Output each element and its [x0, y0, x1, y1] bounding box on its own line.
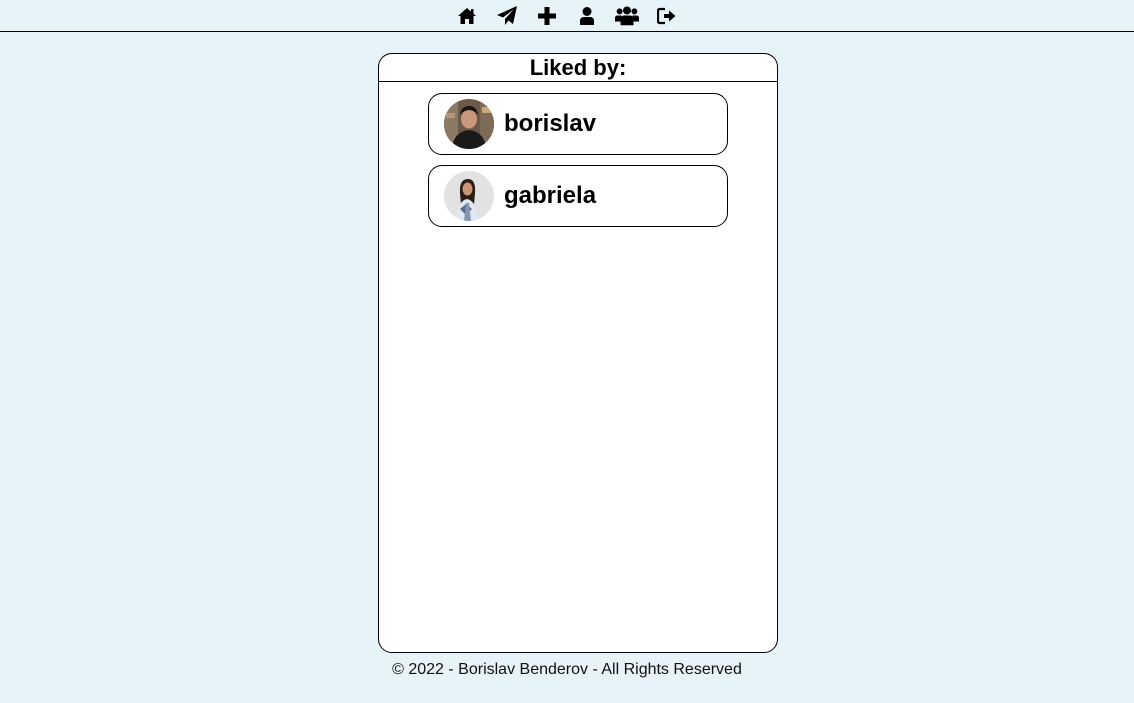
liked-by-title: Liked by: — [379, 54, 777, 82]
avatar — [444, 99, 494, 149]
avatar — [444, 171, 494, 221]
liked-by-panel: Liked by: borislav gabriela — [378, 53, 778, 653]
liker-username: gabriela — [504, 182, 597, 209]
users-icon[interactable] — [615, 4, 639, 28]
paper-plane-icon[interactable] — [495, 4, 519, 28]
top-navigation — [0, 0, 1134, 32]
liker-item[interactable]: borislav — [428, 93, 728, 155]
sign-out-icon[interactable] — [655, 4, 679, 28]
user-icon[interactable] — [575, 4, 599, 28]
liker-item[interactable]: gabriela — [428, 165, 728, 227]
plus-icon[interactable] — [535, 4, 559, 28]
liker-username: borislav — [504, 110, 597, 137]
home-icon[interactable] — [455, 4, 479, 28]
footer-copyright: © 2022 - Borislav Benderov - All Rights … — [392, 661, 742, 678]
